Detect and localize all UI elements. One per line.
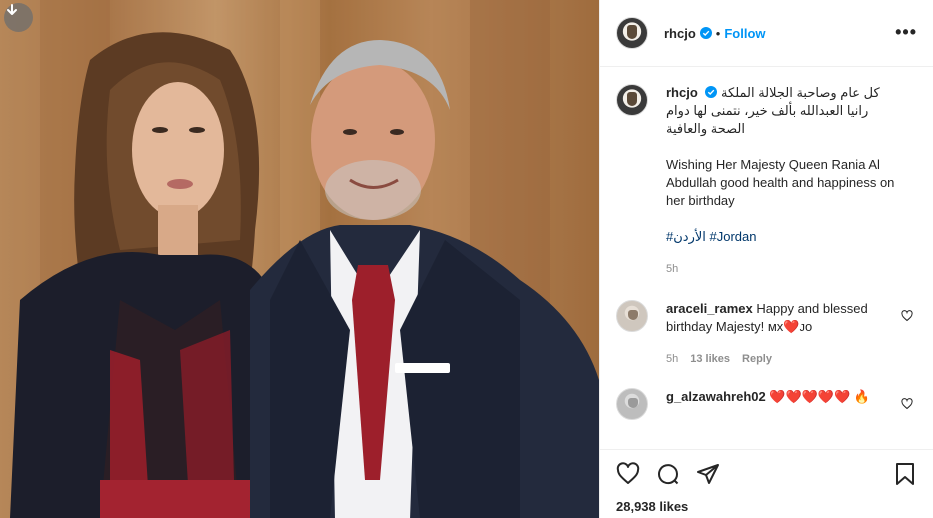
download-icon (7, 4, 17, 15)
caption: rhcjo كل عام وصاحبة الجلالة الملكة رانيا… (616, 84, 917, 278)
commenter-avatar[interactable] (616, 300, 648, 332)
commenter-avatar[interactable] (616, 388, 648, 420)
comment-icon (658, 464, 679, 485)
comment-like-icon[interactable] (901, 310, 913, 322)
caption-arabic: كل عام وصاحبة الجلالة الملكة رانيا العبد… (666, 85, 880, 136)
post-modal: rhcjo • Follow ••• rhcjo كل عام وصاحبة ا… (0, 0, 933, 518)
heart-icon (616, 462, 640, 484)
action-icons-row (616, 458, 917, 490)
comments-list[interactable]: rhcjo كل عام وصاحبة الجلالة الملكة رانيا… (600, 68, 933, 448)
caption-username[interactable]: rhcjo (666, 85, 698, 100)
photo-illustration (0, 0, 599, 518)
likes-count[interactable]: 28,938 likes (616, 499, 917, 514)
post-header: rhcjo • Follow ••• (600, 0, 933, 67)
comment-body: araceli_ramex Happy and blessed birthday… (666, 300, 898, 368)
comment-button[interactable] (656, 462, 680, 486)
comment-item: araceli_ramex Happy and blessed birthday… (616, 300, 917, 368)
verified-icon (705, 86, 718, 98)
save-button[interactable] (893, 462, 917, 486)
more-options-button[interactable]: ••• (895, 23, 917, 41)
follow-button[interactable]: Follow (724, 26, 765, 41)
author-username[interactable]: rhcjo (664, 26, 696, 41)
comment-time[interactable]: 5h (666, 350, 678, 368)
author-avatar[interactable] (616, 17, 648, 49)
comment-reply-button[interactable]: Reply (742, 350, 772, 368)
comment-username[interactable]: g_alzawahreh02 (666, 389, 766, 404)
caption-body: rhcjo كل عام وصاحبة الجلالة الملكة رانيا… (666, 84, 898, 278)
separator-dot: • (715, 25, 721, 41)
share-button[interactable] (696, 462, 720, 486)
verified-icon (699, 27, 712, 39)
comment-text: ❤️❤️❤️❤️❤️ 🔥 (769, 389, 871, 404)
caption-time[interactable]: 5h (666, 260, 678, 278)
comment-username[interactable]: araceli_ramex (666, 301, 753, 316)
caption-hashtags[interactable]: #الأردن #Jordan (666, 228, 898, 246)
caption-english: Wishing Her Majesty Queen Rania Al Abdul… (666, 157, 895, 208)
comment-body: g_alzawahreh02 ❤️❤️❤️❤️❤️ 🔥 (666, 388, 898, 420)
like-button[interactable] (616, 462, 640, 486)
comment-likes[interactable]: 13 likes (690, 350, 730, 368)
download-button[interactable] (4, 3, 33, 32)
share-icon (697, 464, 719, 484)
caption-avatar[interactable] (616, 84, 648, 116)
caption-meta: 5h (666, 260, 898, 278)
comment-like-icon[interactable] (901, 398, 913, 410)
post-side-panel: rhcjo • Follow ••• rhcjo كل عام وصاحبة ا… (599, 0, 933, 518)
post-photo[interactable] (0, 0, 599, 518)
post-actions: 28,938 likes (600, 449, 933, 514)
save-icon (896, 463, 914, 485)
comment-item: g_alzawahreh02 ❤️❤️❤️❤️❤️ 🔥 (616, 388, 917, 420)
comment-meta: 5h 13 likes Reply (666, 350, 898, 368)
